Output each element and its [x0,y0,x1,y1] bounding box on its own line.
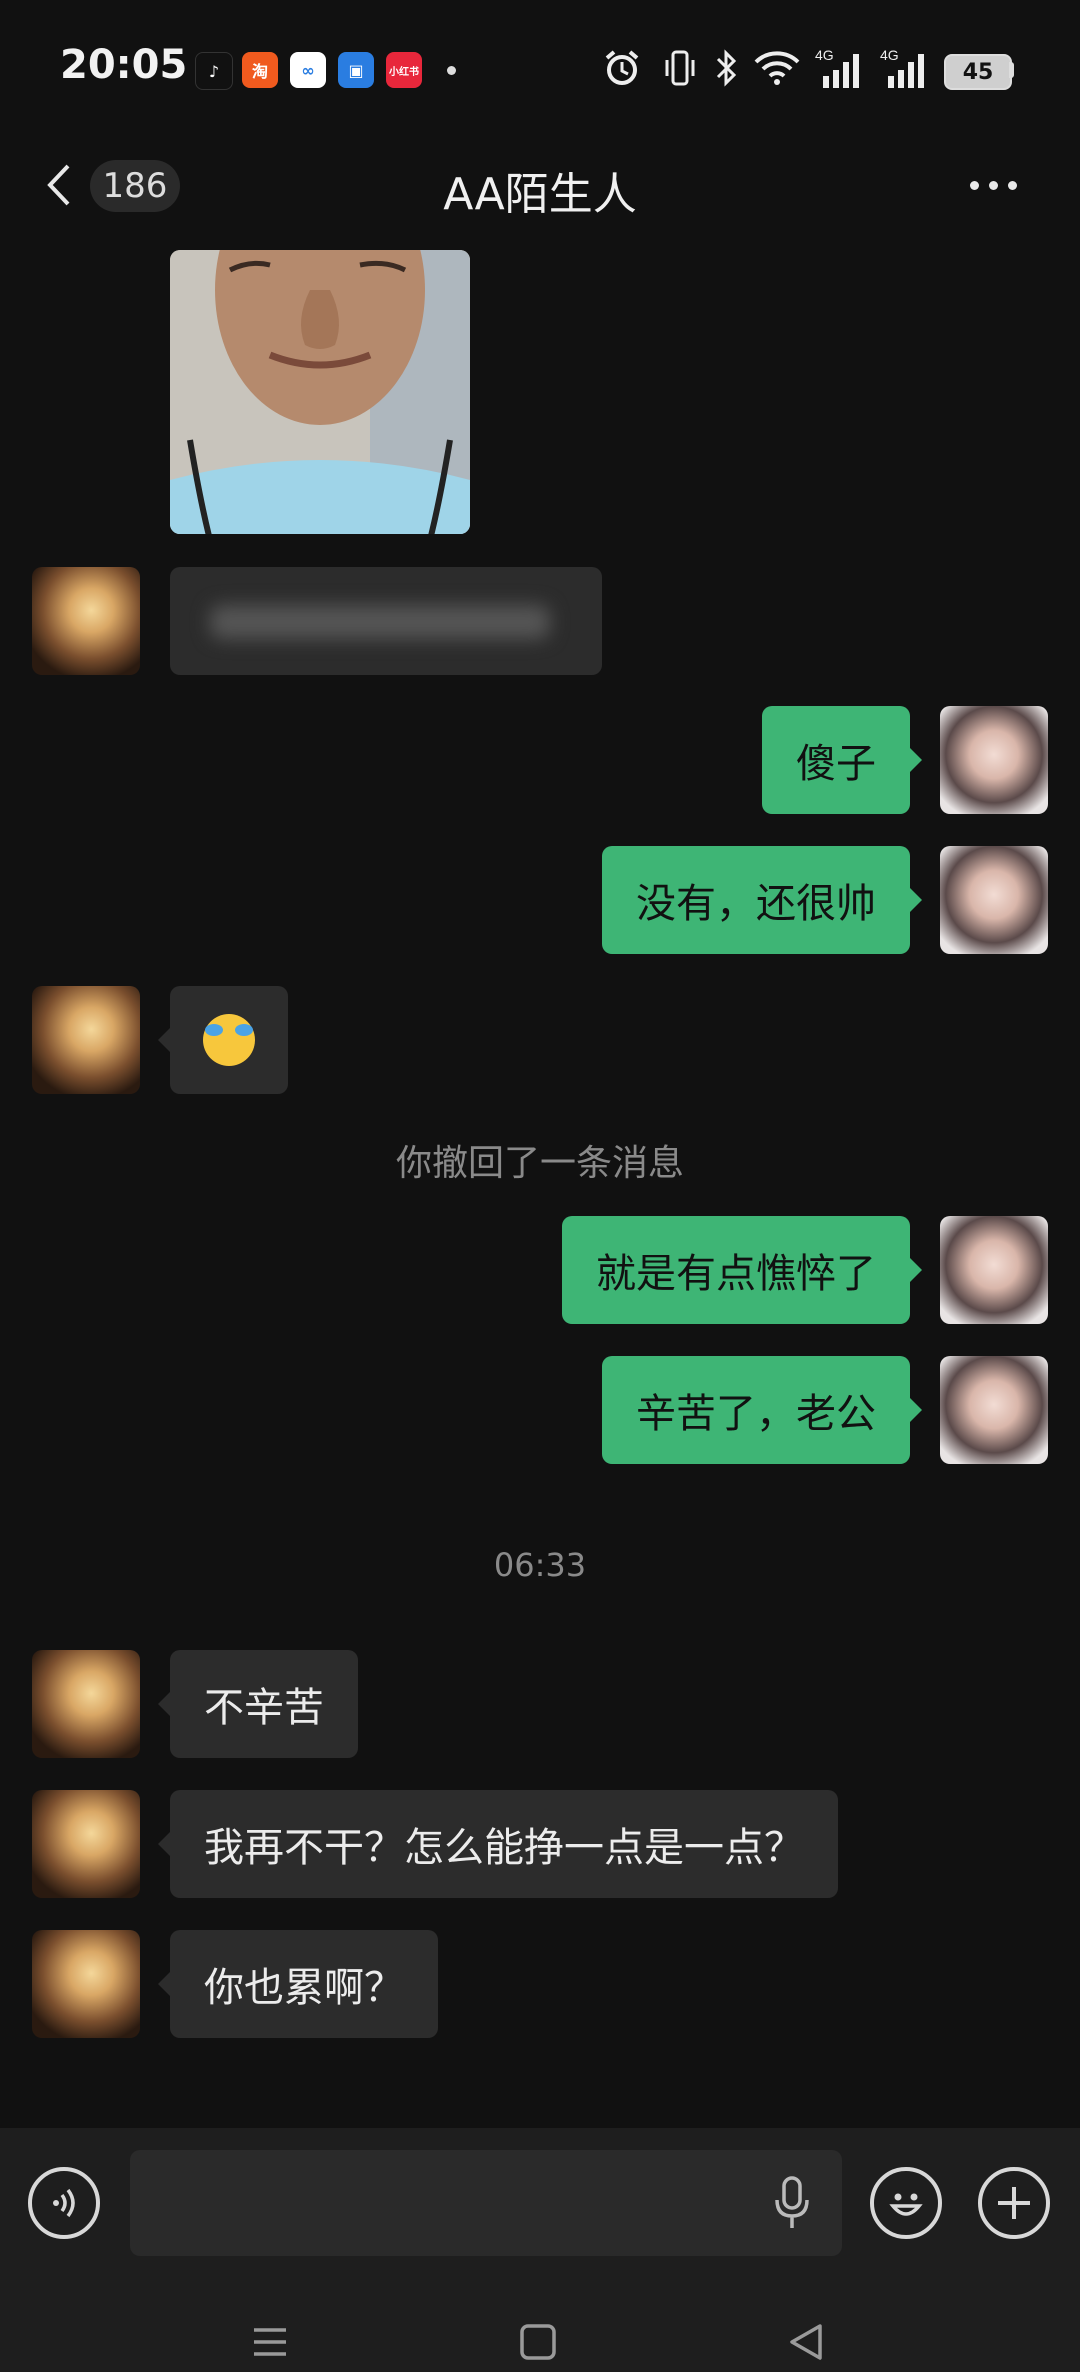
voice-mode-button[interactable] [28,2167,100,2239]
recall-notice: 你撤回了一条消息 [395,1143,684,1184]
alarm-icon [602,48,642,88]
blue-bag-icon: ▣ [338,52,374,88]
contact-avatar[interactable] [32,1790,140,1898]
blurred-text [210,605,550,639]
taobao-icon: 淘 [242,52,278,88]
battery-level: 45 [962,59,994,85]
cellular-signal-2-icon: 4G [880,47,932,88]
svg-text:4G: 4G [815,47,834,63]
recent-apps-button[interactable] [250,2322,290,2366]
self-avatar[interactable] [940,1356,1048,1464]
emoji-button[interactable] [870,2167,942,2239]
message-bubble-outgoing[interactable]: 傻子 [762,706,922,814]
message-bubble-outgoing[interactable]: 没有，还很帅 [602,846,922,954]
wifi-icon [752,48,802,88]
emoji-message-bubble[interactable] [158,986,288,1094]
cellular-signal-1-icon: 4G [815,47,867,88]
message-bubble-incoming[interactable]: 你也累啊？ [158,1930,438,2038]
notification-dot-icon [447,66,456,75]
chat-title: AA陌生人 [443,169,637,220]
contact-avatar[interactable] [32,567,140,675]
contact-avatar[interactable] [32,1930,140,2038]
contact-avatar[interactable] [32,986,140,1094]
battery-icon: 45 [944,54,1012,90]
xiaohongshu-icon: 小红书 [386,52,422,88]
more-dot-icon [1008,180,1017,190]
contact-avatar[interactable] [32,1650,140,1758]
shared-photo[interactable] [170,250,470,534]
vibrate-icon [664,48,696,88]
status-time: 20:05 [60,42,188,88]
svg-text:4G: 4G [880,47,899,63]
message-bubble-outgoing[interactable]: 就是有点憔悴了 [562,1216,922,1324]
message-input[interactable] [130,2150,842,2256]
self-avatar[interactable] [940,706,1048,814]
bluetooth-icon [712,48,740,88]
self-avatar[interactable] [940,846,1048,954]
message-bubble-incoming[interactable]: 不辛苦 [158,1650,358,1758]
blurred-message-bubble[interactable] [170,567,602,675]
baidu-netdisk-icon: ∞ [290,52,326,88]
self-avatar[interactable] [940,1216,1048,1324]
crying-laughing-emoji-icon [203,1014,255,1066]
message-bubble-outgoing[interactable]: 辛苦了，老公 [602,1356,922,1464]
status-bar: 20:05 ♪ 淘 ∞ ▣ 小红书 4G 4G 45 [0,0,1080,140]
microphone-icon[interactable] [770,2172,814,2234]
more-dot-icon [970,180,979,190]
back-nav-button[interactable] [786,2322,826,2366]
more-actions-plus-button[interactable] [978,2167,1050,2239]
message-bubble-incoming[interactable]: 我再不干？怎么能挣一点是一点？ [158,1790,838,1898]
tiktok-icon: ♪ [195,52,233,90]
battery-tip [1009,62,1014,78]
message-timestamp: 06:33 [493,1546,587,1584]
more-dot-icon [989,180,998,190]
home-button[interactable] [518,2322,558,2366]
more-options-button[interactable] [970,170,1040,200]
